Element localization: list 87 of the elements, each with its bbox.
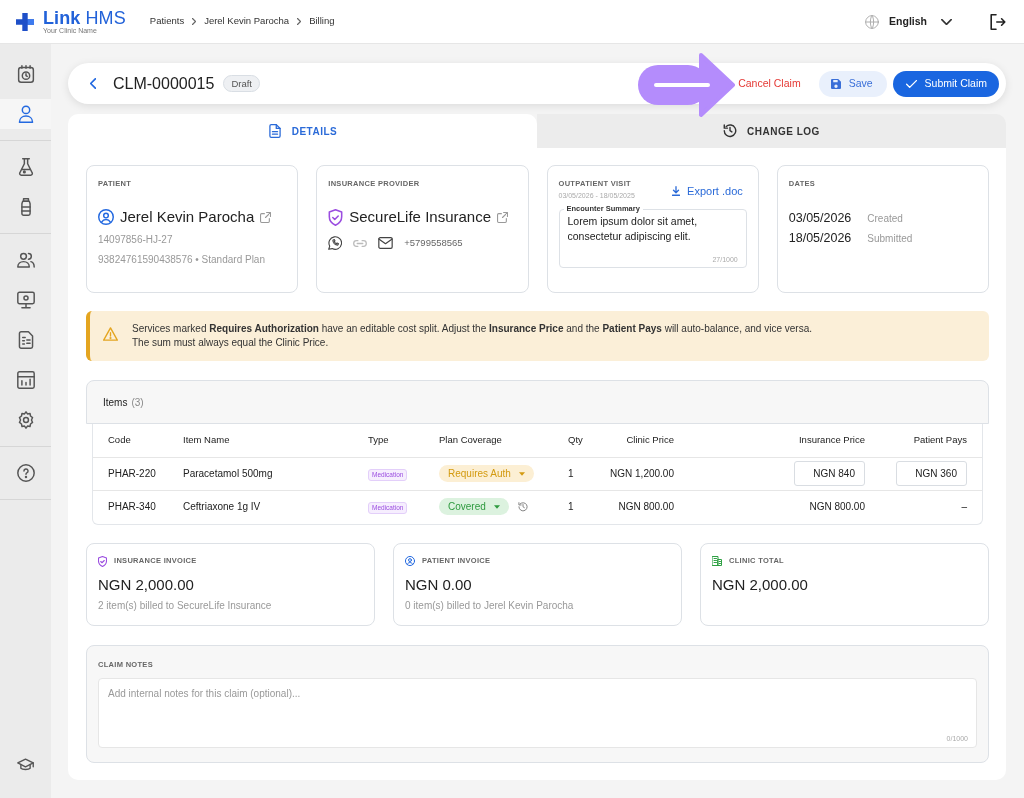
table-cell: NGN 800.00 (598, 490, 682, 523)
person-icon (16, 105, 35, 123)
column-header: Item Name (183, 424, 368, 457)
people-icon (16, 251, 35, 269)
date-label: Created (867, 211, 903, 226)
language-dropdown[interactable]: English (889, 13, 952, 30)
patient-name: Jerel Kevin Parocha (120, 207, 255, 227)
person-circle-icon (98, 209, 114, 225)
status-badge: Draft (223, 75, 260, 92)
external-link-icon[interactable] (260, 211, 272, 223)
phone-number: +5799558565 (404, 235, 463, 250)
invoice-note: 0 item(s) billed to Jerel Kevin Parocha (405, 599, 575, 612)
invoice-amount: NGN 2,000.00 (712, 576, 809, 594)
table-cell: – (873, 490, 982, 523)
price-input[interactable]: NGN 840 (794, 461, 865, 486)
table-cell: 1 (568, 457, 598, 490)
provider-name: SecureLife Insurance (349, 207, 491, 227)
history-icon[interactable] (517, 501, 528, 512)
date-label: Submitted (867, 231, 913, 246)
flask-icon (16, 158, 35, 176)
table-cell: Paracetamol 500mg (183, 457, 368, 490)
table-cell: 1 (568, 490, 598, 523)
tab[interactable]: DETAILS (68, 114, 537, 148)
logout-icon[interactable] (990, 13, 1006, 30)
check-icon (905, 79, 917, 88)
column-header: Qty (568, 424, 598, 457)
save-icon (830, 78, 841, 89)
column-header: Insurance Price (682, 424, 873, 457)
warning-icon (103, 327, 118, 341)
items-title: Items (103, 395, 128, 410)
column-header: Type (368, 424, 439, 457)
invoice-amount: NGN 0.00 (405, 576, 473, 594)
external-link-icon[interactable] (497, 211, 508, 223)
document-icon (267, 124, 282, 138)
breadcrumb-link[interactable]: Billing (309, 14, 335, 29)
price-input[interactable]: NGN 360 (896, 461, 967, 486)
building-icon (712, 556, 722, 566)
column-header: Clinic Price (598, 424, 682, 457)
globe-icon (865, 14, 880, 29)
settings-icon (16, 411, 35, 429)
alert-text: The sum must always equal the Clinic Price. (132, 336, 330, 350)
tab[interactable]: CHANGE LOG (537, 114, 1006, 148)
submit-claim-button[interactable]: Submit Claim (892, 70, 999, 97)
table-cell: PHAR-340 (93, 490, 183, 523)
graduation-cap-icon (17, 755, 34, 773)
column-header: Code (93, 424, 183, 457)
calendar-clock-icon (16, 65, 35, 83)
column-header: Patient Pays (873, 424, 982, 457)
sidebar-item[interactable] (0, 99, 51, 129)
breadcrumb-link[interactable]: Jerel Kevin Parocha (204, 14, 290, 29)
column-header: Plan Coverage (439, 424, 568, 457)
table-cell: NGN 800.00 (682, 490, 873, 523)
help-icon (16, 464, 35, 482)
table-cell: Ceftriaxone 1g IV (183, 490, 368, 523)
table-cell: PHAR-220 (93, 457, 183, 490)
chevron-left-icon (90, 78, 96, 89)
chat-phone-icon[interactable] (328, 236, 343, 250)
save-button[interactable]: Save (818, 70, 887, 97)
shield-check-icon (98, 555, 107, 567)
policy-number: 93824761590438576 • Standard Plan (98, 253, 266, 267)
invoice-amount: NGN 2,000.00 (98, 576, 195, 594)
caret-icon (493, 504, 500, 509)
brand-name: Link HMS (43, 8, 126, 27)
download-icon (672, 186, 681, 197)
chevron-right-icon (192, 18, 197, 25)
document-icon (16, 331, 35, 349)
history-icon (723, 124, 738, 138)
mail-icon[interactable] (378, 237, 394, 249)
claim-title: CLM-0000015 (113, 73, 215, 94)
table-cell: NGN 1,200.00 (598, 457, 682, 490)
export-link[interactable]: Export .doc (672, 183, 743, 200)
monitor-icon (16, 291, 35, 309)
breadcrumb-link[interactable]: Patients (149, 14, 185, 29)
chevron-right-icon (297, 18, 302, 25)
chevron-down-icon (941, 18, 952, 25)
alert-text: Services marked Requires Authorization have an editable cost split. Adjust the Insurance Price and the Patient Pays will auto-balance, and vice versa. (132, 322, 812, 336)
logo-icon (16, 12, 34, 31)
cancel-claim-link[interactable]: Cancel Claim (732, 70, 807, 97)
shield-check-icon (328, 208, 344, 226)
patient-id: 14097856-HJ-27 (98, 233, 174, 247)
chart-icon (16, 371, 35, 389)
invoice-note: 2 item(s) billed to SecureLife Insurance (98, 599, 273, 612)
date-value: 03/05/2026 (788, 210, 852, 226)
caret-icon (518, 471, 525, 476)
person-circle-icon (405, 556, 415, 566)
date-value: 18/05/2026 (788, 230, 852, 246)
items-count: (3) (131, 395, 144, 410)
